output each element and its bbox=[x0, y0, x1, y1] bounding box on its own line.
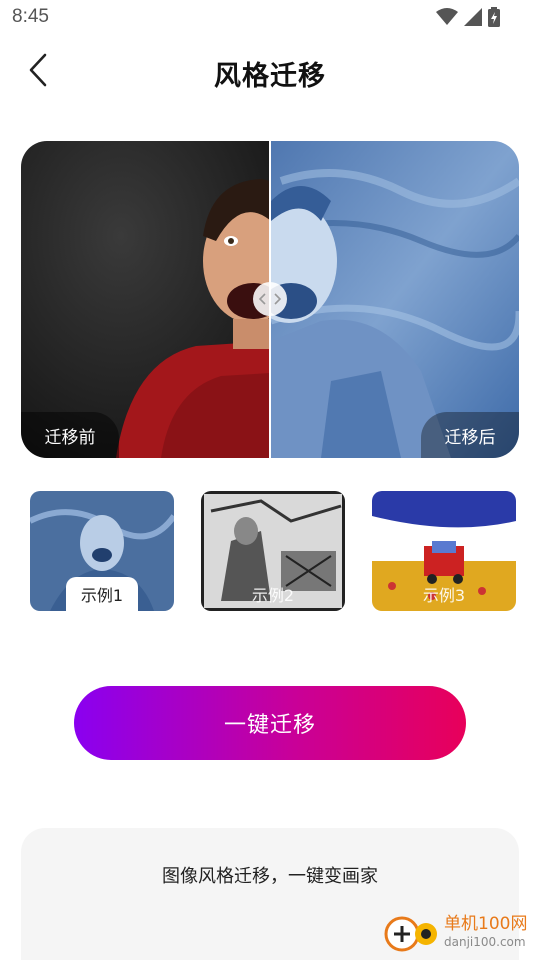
after-label: 迁移后 bbox=[421, 412, 519, 458]
example-item-3[interactable]: 示例3 bbox=[372, 491, 516, 611]
watermark-logo-icon bbox=[384, 910, 440, 954]
watermark: 单机100网 danji100.com bbox=[384, 908, 534, 956]
example-2-label: 示例2 bbox=[251, 586, 295, 605]
status-icons bbox=[436, 7, 500, 27]
example-list: 示例1 示例2 示例3 bbox=[30, 491, 516, 611]
header: 风格迁移 bbox=[0, 44, 540, 100]
watermark-name: 单机100网 bbox=[444, 914, 528, 934]
example-3-label: 示例3 bbox=[422, 586, 466, 605]
watermark-url: danji100.com bbox=[444, 935, 526, 949]
signal-icon bbox=[464, 8, 482, 26]
example-item-1[interactable]: 示例1 bbox=[30, 491, 174, 611]
status-bar: 8:45 bbox=[0, 0, 540, 36]
example-item-2[interactable]: 示例2 bbox=[201, 491, 345, 611]
style-compare-viewer[interactable]: 迁移前 迁移后 bbox=[21, 141, 519, 458]
battery-icon bbox=[488, 7, 500, 27]
info-text: 图像风格迁移，一键变画家 bbox=[162, 866, 378, 887]
one-click-transfer-button[interactable]: 一键迁移 bbox=[74, 686, 466, 760]
before-label: 迁移前 bbox=[21, 412, 119, 458]
wifi-icon bbox=[436, 8, 458, 26]
compare-slider-handle[interactable] bbox=[253, 282, 287, 316]
example-1-label: 示例1 bbox=[66, 577, 138, 611]
status-time: 8:45 bbox=[12, 6, 49, 27]
page-title: 风格迁移 bbox=[214, 61, 326, 92]
drag-arrows-icon bbox=[258, 290, 282, 309]
